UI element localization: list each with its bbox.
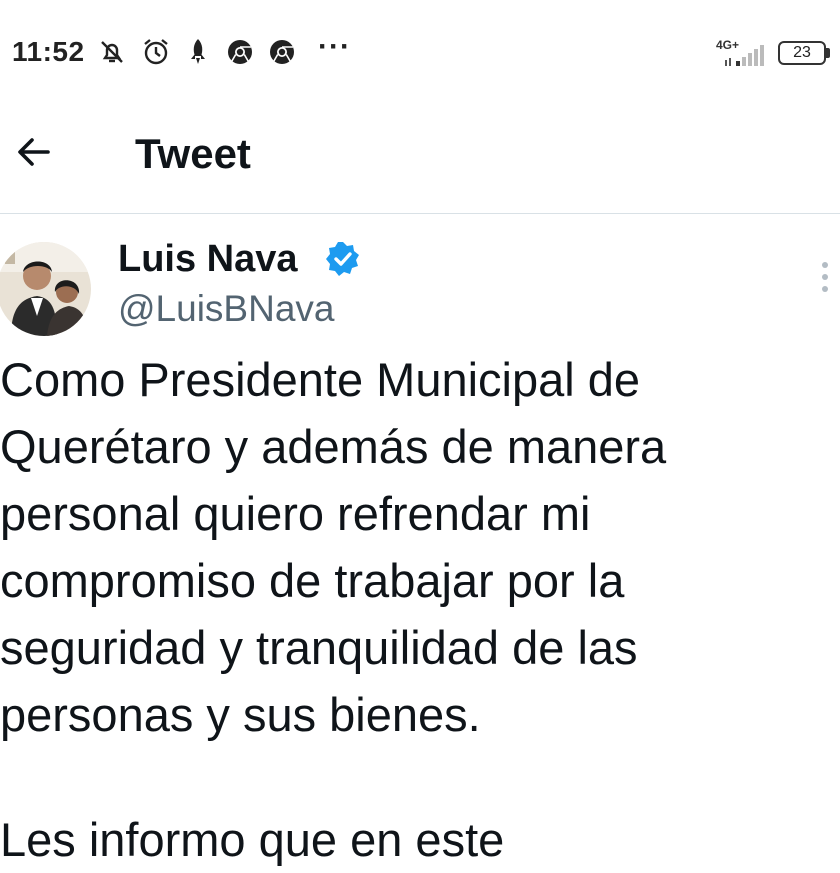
signal-icon xyxy=(724,44,766,68)
top-app-bar: Tweet xyxy=(0,100,840,214)
author-name[interactable]: Luis Nava xyxy=(118,238,298,281)
arrow-left-icon xyxy=(18,138,50,166)
page-title: Tweet xyxy=(135,130,251,177)
chrome-icon xyxy=(224,36,256,68)
author-handle[interactable]: @LuisBNava xyxy=(118,288,335,330)
status-time: 11:52 xyxy=(12,36,85,67)
dot xyxy=(822,262,828,268)
mute-icon xyxy=(96,36,128,68)
verified-badge-icon xyxy=(324,240,362,278)
dot xyxy=(822,286,828,292)
tweet-text: Como Presidente Municipal de Querétaro y… xyxy=(0,353,667,741)
rocket-icon xyxy=(182,36,214,68)
avatar[interactable] xyxy=(0,242,91,336)
back-button[interactable] xyxy=(12,130,56,174)
more-notifications-icon: ··· xyxy=(318,30,351,63)
battery-icon: 23 xyxy=(778,41,826,65)
battery-level: 23 xyxy=(793,44,811,61)
battery-tip xyxy=(826,48,830,58)
tweet-more-options-button[interactable] xyxy=(808,258,840,298)
dot xyxy=(822,274,828,280)
status-bar: 11:52 ··· 4G+ 23 xyxy=(0,0,840,100)
alarm-icon xyxy=(140,36,172,68)
chrome-icon xyxy=(266,36,298,68)
